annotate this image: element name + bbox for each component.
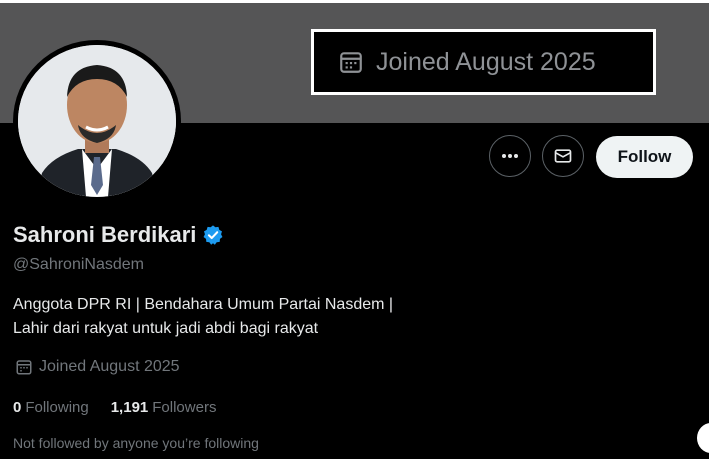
calendar-icon bbox=[340, 52, 362, 73]
avatar-photo bbox=[18, 45, 176, 197]
not-followed-text: Not followed by anyone you’re following bbox=[13, 435, 259, 451]
edge-overlay bbox=[697, 423, 709, 453]
more-button[interactable] bbox=[489, 135, 531, 177]
top-edge bbox=[0, 0, 709, 3]
verified-badge-icon[interactable] bbox=[202, 224, 224, 246]
followers-label: Followers bbox=[152, 399, 217, 416]
profile-name: Sahroni Berdikari bbox=[13, 222, 197, 247]
profile-screenshot: Joined August 2025 Follow Sahroni Berdik… bbox=[0, 0, 709, 459]
following-link[interactable]: 0 Following bbox=[13, 399, 89, 416]
followers-count: 1,191 bbox=[110, 399, 149, 416]
calendar-icon bbox=[16, 360, 32, 375]
follow-stats: 0 Following 1,191 Followers bbox=[13, 399, 238, 416]
more-icon bbox=[502, 154, 518, 158]
joined-callout-text: Joined August 2025 bbox=[376, 47, 596, 76]
joined-callout-box: Joined August 2025 bbox=[311, 29, 656, 95]
message-button[interactable] bbox=[542, 135, 584, 177]
profile-bio: Anggota DPR RI | Bendahara Umum Partai N… bbox=[13, 293, 493, 341]
joined-date: Joined August 2025 bbox=[15, 358, 180, 376]
profile-handle: @SahroniNasdem bbox=[13, 256, 144, 273]
name-row: Sahroni Berdikari bbox=[13, 222, 224, 248]
bio-line: Anggota DPR RI | Bendahara Umum Partai N… bbox=[13, 296, 394, 313]
joined-text: Joined August 2025 bbox=[39, 358, 180, 375]
following-count: 0 bbox=[13, 399, 22, 416]
followers-link[interactable]: 1,191 Followers bbox=[111, 399, 217, 416]
follow-button[interactable]: Follow bbox=[596, 136, 693, 178]
mail-icon bbox=[554, 149, 572, 163]
avatar[interactable] bbox=[13, 40, 181, 202]
bio-line: Lahir dari rakyat untuk jadi abdi bagi r… bbox=[13, 320, 319, 337]
following-label: Following bbox=[25, 399, 89, 416]
